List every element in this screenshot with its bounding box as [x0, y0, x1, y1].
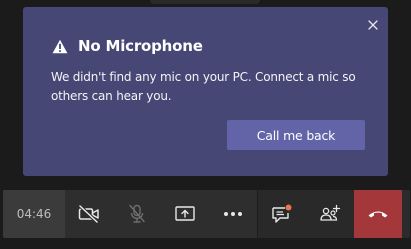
notification-dot [285, 204, 292, 211]
call-timer: 04:46 [3, 190, 65, 238]
notice-header: No Microphone [52, 37, 203, 55]
more-icon [224, 212, 242, 216]
add-people-icon [320, 204, 341, 221]
hang-up-button[interactable] [354, 190, 402, 238]
close-notice-button[interactable] [366, 17, 380, 31]
call-control-bar: 04:46 [3, 190, 410, 238]
more-options-button[interactable] [209, 190, 257, 238]
camera-toggle-button[interactable] [65, 190, 113, 238]
top-edge-strip [150, 0, 260, 4]
close-icon [368, 20, 378, 30]
chat-button[interactable] [258, 190, 306, 238]
mic-toggle-button[interactable] [113, 190, 161, 238]
call-me-back-button[interactable]: Call me back [227, 120, 365, 150]
secondary-controls [258, 190, 354, 238]
hang-up-icon [368, 211, 388, 218]
warning-icon [52, 39, 68, 53]
mic-off-icon [129, 204, 145, 223]
notice-title: No Microphone [78, 37, 203, 55]
chat-icon [272, 204, 292, 223]
share-screen-button[interactable] [161, 190, 209, 238]
camera-off-icon [78, 205, 99, 223]
notice-message: We didn't find any mic on your PC. Conne… [51, 70, 356, 103]
participants-button[interactable] [306, 190, 354, 238]
no-microphone-notice: No Microphone We didn't find any mic on … [23, 7, 388, 176]
share-screen-icon [175, 206, 195, 221]
call-screen: No Microphone We didn't find any mic on … [0, 0, 411, 249]
primary-controls [65, 190, 257, 238]
